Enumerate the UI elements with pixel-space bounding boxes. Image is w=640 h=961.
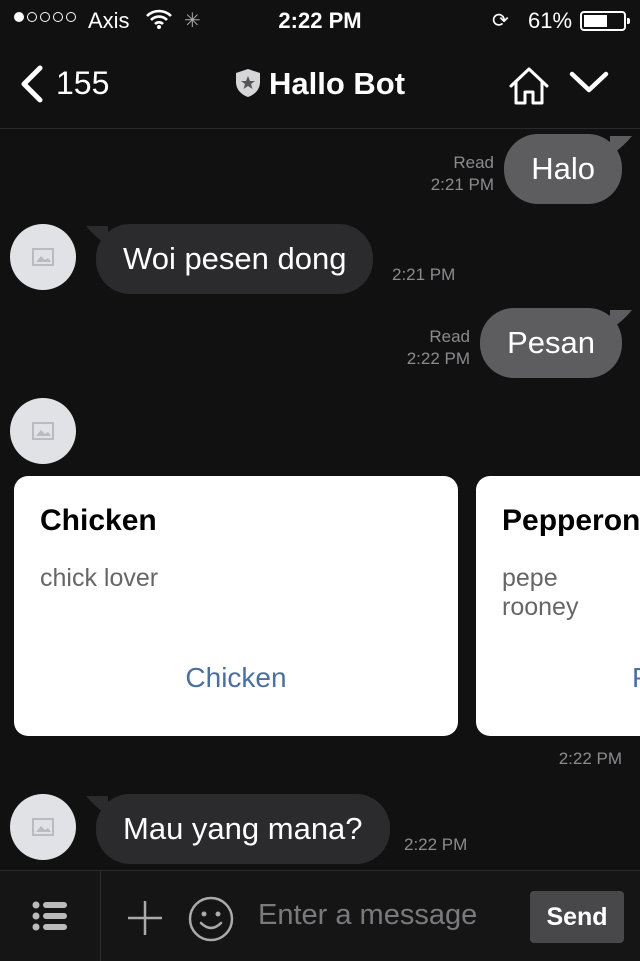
message-time: 2:22 PM [558,749,622,768]
chat-title: Hallo Bot [268,66,406,101]
image-placeholder-icon [32,818,54,836]
carousel-card: Chicken chick lover Chicken [14,476,458,736]
image-placeholder-icon [32,422,54,440]
read-status: Read [429,327,470,346]
plus-icon [128,901,162,935]
carousel-card: Pepperoni pepe rooney Pepperoni [476,476,640,736]
rotation-lock-icon: ⟳ [492,10,509,32]
status-bar: Axis ✳ 2:22 PM ⟳ 61% [0,0,640,40]
card-action-button[interactable]: Chicken [14,662,458,694]
bot-avatar[interactable] [10,794,76,860]
incoming-message-bubble[interactable]: Woi pesen dong [96,224,374,294]
outgoing-message-bubble[interactable]: Halo [504,134,622,204]
message-meta: Read 2:21 PM [431,152,494,196]
divider [100,871,101,961]
message-time: 2:22 PM [404,835,468,854]
incoming-message-bubble[interactable]: Mau yang mana? [96,794,390,864]
read-status: Read [453,153,494,172]
battery-icon [580,11,630,31]
bot-avatar[interactable] [10,224,76,290]
chat-header: 155 Hallo Bot [0,40,640,129]
send-button[interactable]: Send [530,891,624,943]
card-description: chick lover [40,564,159,592]
message-time: 2:21 PM [392,265,456,284]
image-placeholder-icon [32,248,54,266]
list-icon [32,901,67,931]
attach-button[interactable] [126,899,164,942]
bot-avatar[interactable] [10,398,76,464]
battery-percent: 61% [528,8,573,33]
menu-list-button[interactable] [32,901,68,936]
chevron-down-icon [569,71,609,93]
card-action-button[interactable]: Pepperoni [632,662,640,694]
message-input[interactable]: Enter a message [258,899,477,932]
home-icon [509,67,549,105]
message-time: 2:22 PM [406,349,470,368]
official-shield-icon [235,68,261,106]
card-title: Pepperoni [502,504,640,537]
message-meta: Read 2:22 PM [407,326,470,370]
home-button[interactable] [508,66,550,111]
emoji-button[interactable] [187,895,235,948]
menu-toggle-button[interactable] [568,68,610,103]
card-description: pepe rooney [502,564,579,621]
card-title: Chicken [40,504,157,537]
smiley-icon [188,896,234,942]
message-input-bar: Enter a message Send [0,870,640,961]
message-time: 2:21 PM [430,175,494,194]
outgoing-message-bubble[interactable]: Pesan [480,308,622,378]
